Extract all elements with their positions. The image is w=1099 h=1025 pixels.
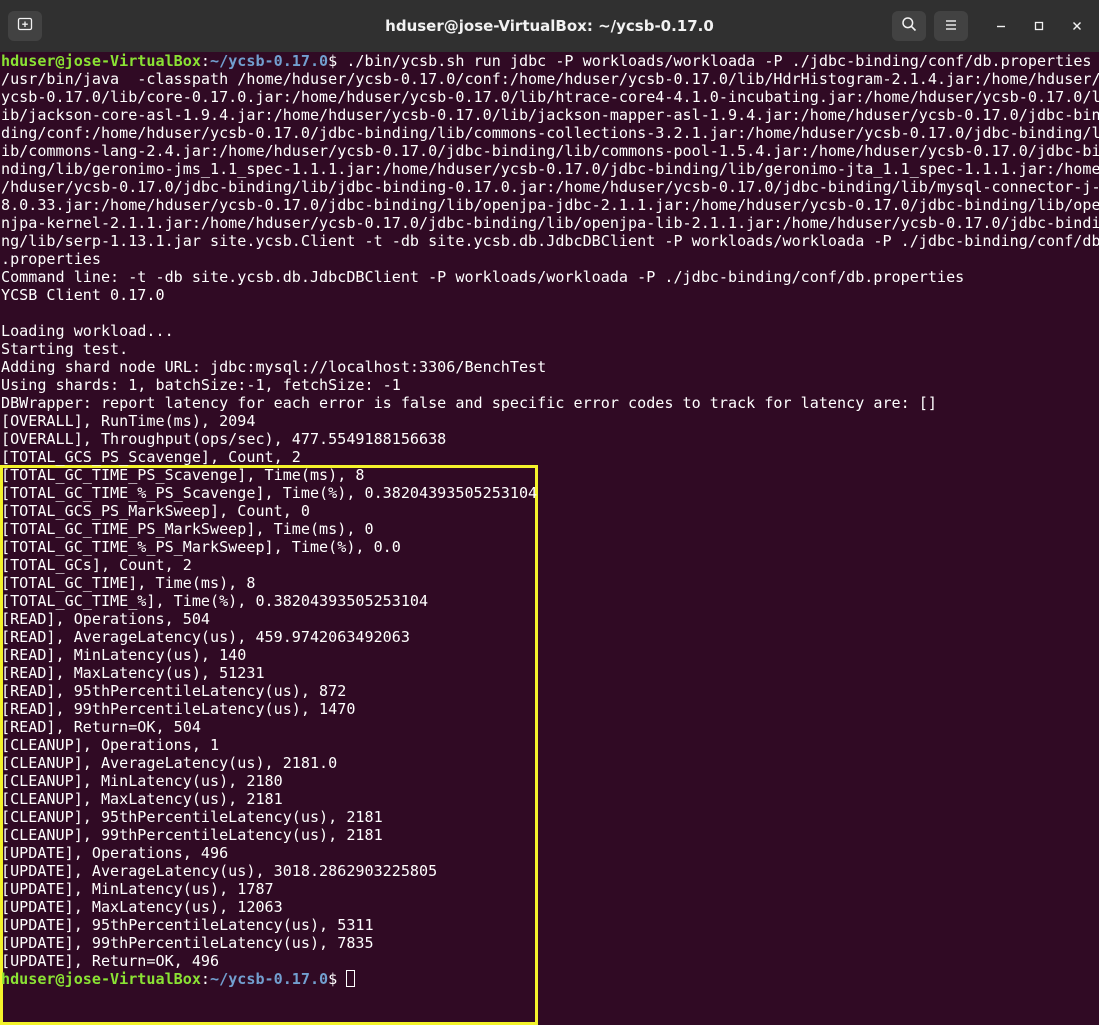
output-line: [TOTAL_GC_TIME_%_PS_MarkSweep], Time(%),… (1, 538, 401, 556)
output-line: ng/lib/serp-1.13.1.jar site.ycsb.Client … (1, 232, 1099, 250)
output-line: [READ], MinLatency(us), 140 (1, 646, 247, 664)
command-line: hduser@jose-VirtualBox:~/ycsb-0.17.0$ ./… (1, 52, 1092, 70)
output-line: 8.0.33.jar:/home/hduser/ycsb-0.17.0/jdbc… (1, 196, 1099, 214)
search-button[interactable] (892, 11, 926, 41)
output-line: [TOTAL_GC_TIME_PS_MarkSweep], Time(ms), … (1, 520, 374, 538)
output-line: ib/commons-lang-2.4.jar:/home/hduser/ycs… (1, 142, 1099, 160)
prompt-symbol: $ (328, 52, 347, 70)
output-line: [UPDATE], 95thPercentileLatency(us), 531… (1, 916, 374, 934)
maximize-icon (1033, 17, 1045, 36)
output-line: ib/jackson-core-asl-1.9.4.jar:/home/hdus… (1, 106, 1099, 124)
output-line: [TOTAL_GC_TIME_PS_Scavenge], Time(ms), 8 (1, 466, 365, 484)
text-cursor (346, 970, 356, 987)
output-line: [CLEANUP], 95thPercentileLatency(us), 21… (1, 808, 383, 826)
prompt-path: ~/ycsb-0.17.0 (210, 52, 329, 70)
close-button[interactable] (1060, 11, 1094, 41)
output-line: [OVERALL], RunTime(ms), 2094 (1, 412, 256, 430)
output-line: [UPDATE], MinLatency(us), 1787 (1, 880, 274, 898)
output-line: Using shards: 1, batchSize:-1, fetchSize… (1, 376, 401, 394)
minimize-icon (995, 17, 1007, 36)
output-line: [TOTAL_GCS_PS_MarkSweep], Count, 0 (1, 502, 310, 520)
output-line: [CLEANUP], Operations, 1 (1, 736, 220, 754)
output-line: [READ], 99thPercentileLatency(us), 1470 (1, 700, 356, 718)
close-icon (1071, 17, 1083, 36)
output-line: [CLEANUP], 99thPercentileLatency(us), 21… (1, 826, 383, 844)
output-line: [CLEANUP], MaxLatency(us), 2181 (1, 790, 283, 808)
output-line: .properties (1, 250, 101, 268)
output-line: Adding shard node URL: jdbc:mysql://loca… (1, 358, 547, 376)
output-line: ycsb-0.17.0/lib/core-0.17.0.jar:/home/hd… (1, 88, 1099, 106)
command-text: ./bin/ycsb.sh run jdbc -P workloads/work… (346, 52, 1092, 70)
output-line: [UPDATE], Operations, 496 (1, 844, 229, 862)
output-line: [CLEANUP], MinLatency(us), 2180 (1, 772, 283, 790)
new-tab-button[interactable] (8, 11, 42, 41)
prompt-symbol: $ (328, 970, 347, 988)
new-tab-icon (17, 16, 33, 36)
active-prompt-line[interactable]: hduser@jose-VirtualBox:~/ycsb-0.17.0$ (1, 970, 356, 988)
output-line: Loading workload... (1, 322, 174, 340)
output-line: [READ], Operations, 504 (1, 610, 211, 628)
output-line: DBWrapper: report latency for each error… (1, 394, 937, 412)
output-line: [READ], Return=OK, 504 (1, 718, 201, 736)
terminal-output[interactable]: hduser@jose-VirtualBox:~/ycsb-0.17.0$ ./… (0, 52, 1099, 1025)
output-line: YCSB Client 0.17.0 (1, 286, 165, 304)
output-line: [TOTAL_GC_TIME_%], Time(%), 0.3820439350… (1, 592, 429, 610)
output-line: njpa-kernel-2.1.1.jar:/home/hduser/ycsb-… (1, 214, 1099, 232)
output-line: Command line: -t -db site.ycsb.db.JdbcDB… (1, 268, 965, 286)
title-bar[interactable]: hduser@jose-VirtualBox: ~/ycsb-0.17.0 (0, 0, 1099, 52)
output-line: /usr/bin/java -classpath /home/hduser/yc… (1, 70, 1099, 88)
terminal-window: hduser@jose-VirtualBox: ~/ycsb-0.17.0 hd… (0, 0, 1099, 1025)
output-line: [TOTAL_GC_TIME], Time(ms), 8 (1, 574, 256, 592)
output-line: [TOTAL_GCs], Count, 2 (1, 556, 192, 574)
output-line: [TOTAL_GCS_PS_Scavenge], Count, 2 (1, 448, 301, 466)
output-line: [READ], MaxLatency(us), 51231 (1, 664, 265, 682)
output-line: nding/lib/geronimo-jms_1.1_spec-1.1.1.ja… (1, 160, 1099, 178)
output-line: [READ], AverageLatency(us), 459.97420634… (1, 628, 410, 646)
output-line: [UPDATE], MaxLatency(us), 12063 (1, 898, 283, 916)
output-line: [UPDATE], 99thPercentileLatency(us), 783… (1, 934, 374, 952)
prompt-path: ~/ycsb-0.17.0 (210, 970, 329, 988)
output-line: [UPDATE], AverageLatency(us), 3018.28629… (1, 862, 438, 880)
output-line: [OVERALL], Throughput(ops/sec), 477.5549… (1, 430, 447, 448)
output-line: ding/conf:/home/hduser/ycsb-0.17.0/jdbc-… (1, 124, 1099, 142)
output-line: [TOTAL_GC_TIME_%_PS_Scavenge], Time(%), … (1, 484, 538, 502)
maximize-button[interactable] (1022, 11, 1056, 41)
prompt-separator: : (200, 52, 211, 70)
prompt-user: hduser@jose-VirtualBox (1, 970, 201, 988)
hamburger-menu-icon (944, 17, 958, 36)
prompt-user: hduser@jose-VirtualBox (1, 52, 201, 70)
output-line: [CLEANUP], AverageLatency(us), 2181.0 (1, 754, 338, 772)
output-line: [READ], 95thPercentileLatency(us), 872 (1, 682, 347, 700)
output-line: [UPDATE], Return=OK, 496 (1, 952, 220, 970)
output-line: Starting test. (1, 340, 129, 358)
search-icon (901, 16, 917, 36)
minimize-button[interactable] (984, 11, 1018, 41)
menu-button[interactable] (934, 11, 968, 41)
output-line: /hduser/ycsb-0.17.0/jdbc-binding/lib/jdb… (1, 178, 1099, 196)
prompt-separator: : (200, 970, 211, 988)
